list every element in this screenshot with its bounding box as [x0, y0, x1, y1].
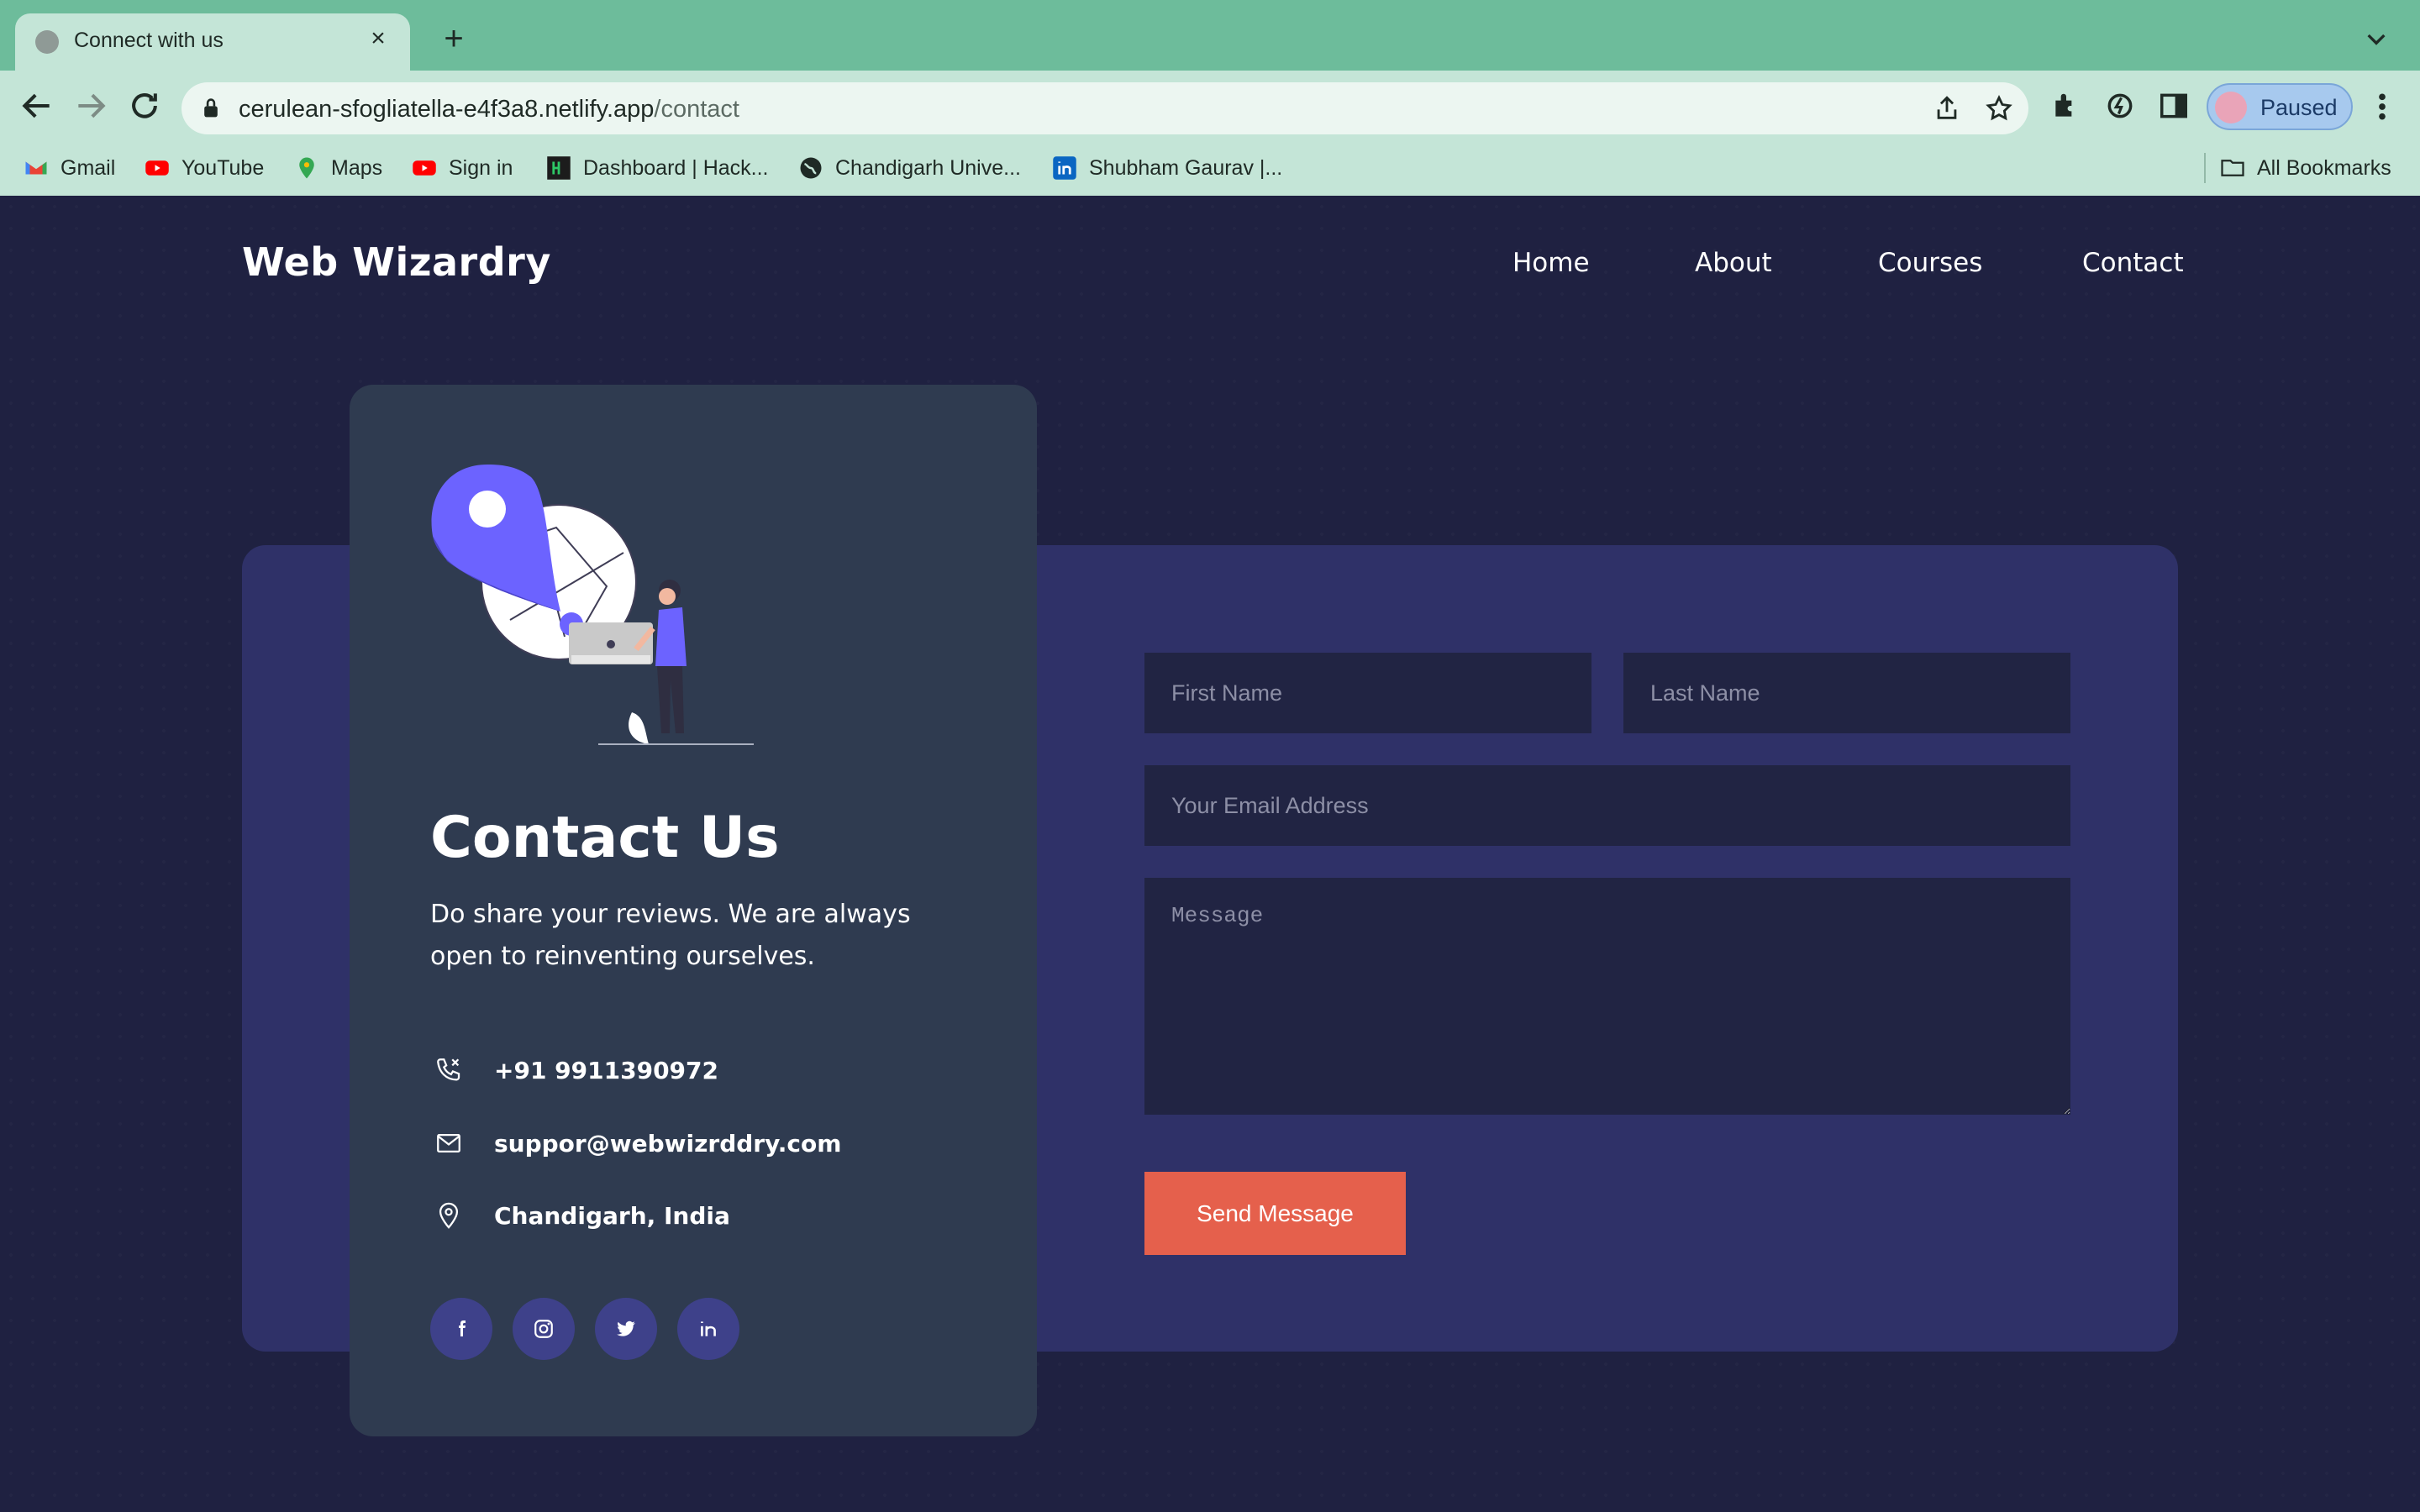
- contact-illustration: [431, 465, 754, 745]
- contact-phone-row: +91 9911390972: [430, 1052, 718, 1089]
- linkedin-icon: [701, 1321, 716, 1336]
- bookmark-hackerrank[interactable]: Dashboard | Hack...: [546, 153, 768, 183]
- linkedin-icon: [1053, 156, 1076, 180]
- bookmark-label: Dashboard | Hack...: [583, 155, 769, 180]
- browser-chrome: Connect with us × + cerulean-sfogliatell…: [0, 0, 2420, 196]
- url-text: cerulean-sfogliatella-e4f3a8.netlify.app…: [239, 96, 739, 123]
- lock-icon: [204, 98, 218, 118]
- email-input[interactable]: [1144, 765, 2070, 846]
- contact-info-card: Contact Us Do share your reviews. We are…: [350, 385, 1037, 1436]
- forward-icon[interactable]: [72, 87, 109, 124]
- bookmark-label: Gmail: [60, 155, 116, 180]
- profile-status: Paused: [2260, 95, 2338, 120]
- site-logo[interactable]: Web Wizardry: [242, 239, 551, 285]
- send-message-button[interactable]: Send Message: [1144, 1172, 1406, 1255]
- new-tab-button[interactable]: +: [437, 22, 471, 55]
- globe-icon: [35, 30, 59, 54]
- bookmark-label: Maps: [331, 155, 383, 180]
- bookmark-label: Shubham Gaurav |...: [1089, 155, 1283, 180]
- bookmark-sign-in[interactable]: Sign in: [412, 153, 513, 183]
- contact-email-row: suppor@webwizrddry.com: [430, 1125, 841, 1162]
- bookmark-label: Chandigarh Unive...: [835, 155, 1021, 180]
- bookmark-youtube[interactable]: YouTube: [145, 153, 264, 183]
- contact-location-row: Chandigarh, India: [430, 1197, 730, 1234]
- bookmark-gmail[interactable]: Gmail: [24, 153, 115, 183]
- profile-button[interactable]: Paused: [2207, 83, 2353, 130]
- nav-contact[interactable]: Contact: [2082, 248, 2184, 278]
- reload-icon[interactable]: [126, 87, 163, 124]
- address-bar[interactable]: cerulean-sfogliatella-e4f3a8.netlify.app…: [182, 82, 2028, 134]
- bookmark-linkedin[interactable]: Shubham Gaurav |...: [1052, 153, 1282, 183]
- nav-about[interactable]: About: [1695, 248, 1772, 278]
- bookmarks-divider: [2204, 153, 2206, 183]
- all-bookmarks-label: All Bookmarks: [2257, 155, 2391, 180]
- url-host: cerulean-sfogliatella-e4f3a8.netlify.app: [239, 96, 655, 123]
- close-tab-button[interactable]: ×: [361, 22, 395, 55]
- more-menu-icon[interactable]: [2370, 90, 2395, 123]
- youtube-icon: [413, 160, 436, 176]
- twitter-icon: [617, 1320, 635, 1336]
- performance-icon[interactable]: [2104, 90, 2136, 122]
- bookmark-maps[interactable]: Maps: [294, 153, 382, 183]
- instagram-link[interactable]: [513, 1298, 575, 1360]
- message-textarea[interactable]: [1144, 878, 2070, 1115]
- back-icon[interactable]: [18, 87, 55, 124]
- instagram-icon: [534, 1320, 553, 1338]
- facebook-link[interactable]: [430, 1298, 492, 1360]
- bookmark-chandigarh-university[interactable]: Chandigarh Unive...: [798, 153, 1021, 183]
- youtube-icon: [145, 160, 169, 176]
- nav-courses[interactable]: Courses: [1878, 248, 1982, 278]
- maps-pin-icon: [299, 157, 314, 179]
- extensions-icon[interactable]: [2050, 90, 2082, 122]
- star-icon[interactable]: [1985, 94, 2013, 123]
- folder-icon: [2221, 160, 2244, 176]
- location-pin-icon: [430, 1197, 467, 1234]
- avatar: [2215, 92, 2247, 123]
- twitter-link[interactable]: [595, 1298, 657, 1360]
- side-panel-icon[interactable]: [2158, 90, 2190, 122]
- nav-home[interactable]: Home: [1512, 248, 1590, 278]
- tab-strip: Connect with us × +: [0, 0, 2420, 71]
- contact-phone[interactable]: +91 9911390972: [494, 1057, 718, 1084]
- page: Web Wizardry Home About Courses Contact …: [0, 196, 2420, 1512]
- hackerrank-icon: [547, 156, 571, 180]
- share-icon[interactable]: [1933, 94, 1961, 123]
- contact-description: Do share your reviews. We are always ope…: [430, 900, 911, 971]
- first-name-input[interactable]: [1144, 653, 1591, 733]
- contact-email[interactable]: suppor@webwizrddry.com: [494, 1130, 841, 1158]
- bookmark-label: YouTube: [182, 155, 265, 180]
- phone-icon: [430, 1052, 467, 1089]
- all-bookmarks-button[interactable]: All Bookmarks: [2220, 153, 2391, 183]
- chevron-down-icon[interactable]: [2363, 25, 2390, 52]
- contact-location: Chandigarh, India: [494, 1201, 730, 1230]
- facebook-icon: [459, 1320, 466, 1336]
- url-path: /contact: [654, 96, 739, 123]
- globe-icon: [800, 157, 822, 179]
- mail-icon: [430, 1125, 467, 1162]
- gmail-icon: [25, 161, 47, 175]
- browser-tab[interactable]: Connect with us ×: [15, 13, 410, 71]
- tab-title: Connect with us: [74, 29, 224, 52]
- last-name-input[interactable]: [1623, 653, 2070, 733]
- contact-title: Contact Us: [430, 805, 780, 871]
- bookmark-label: Sign in: [449, 155, 513, 180]
- linkedin-link[interactable]: [677, 1298, 739, 1360]
